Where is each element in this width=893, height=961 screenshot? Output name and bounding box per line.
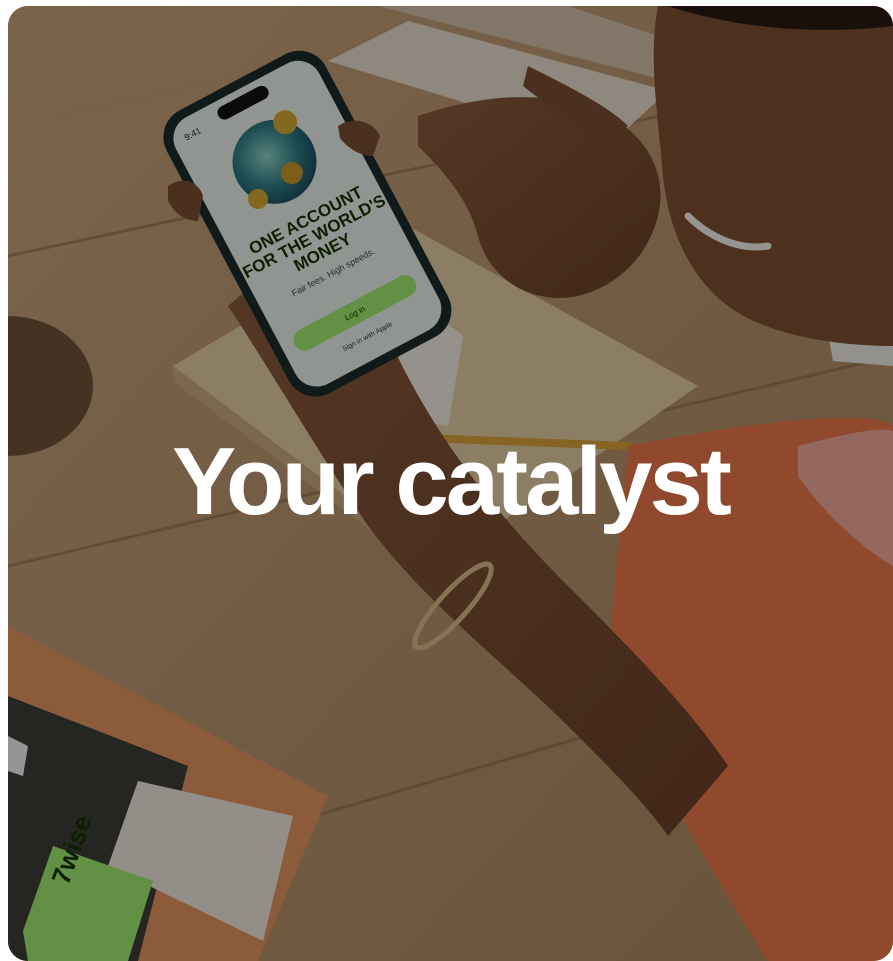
hero-headline: Your catalyst — [172, 428, 732, 535]
hero-card[interactable]: 7wise 9:41 ONE ACCOUNT FOR THE WORLD'S M… — [8, 6, 893, 961]
